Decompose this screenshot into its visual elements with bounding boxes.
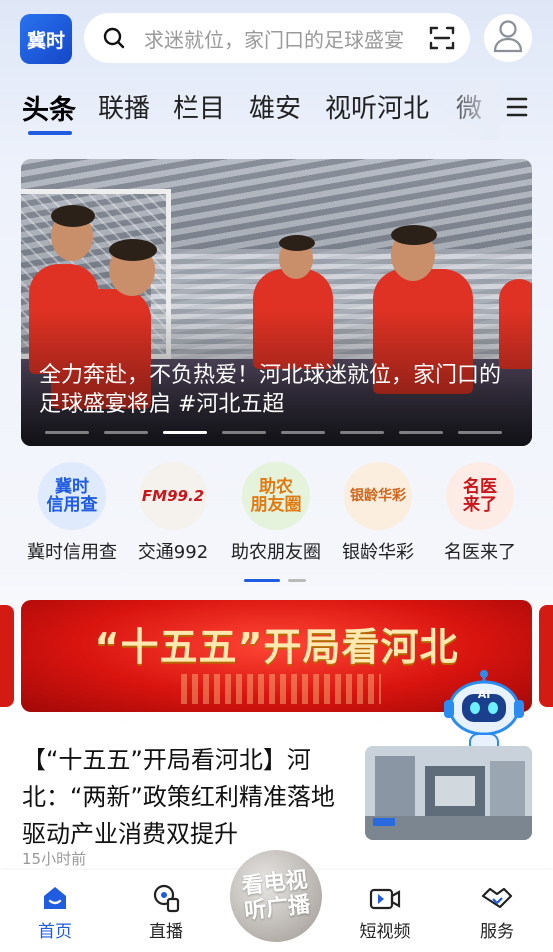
shortcut-label: 银龄华彩 [342, 542, 414, 563]
short-video-icon [340, 882, 430, 914]
nav-home[interactable]: 首页 [10, 882, 100, 942]
tab-columns[interactable]: 栏目 [173, 88, 225, 125]
player-figure [109, 239, 157, 261]
nav-short-video[interactable]: 短视频 [340, 882, 430, 942]
carousel-dot[interactable] [340, 431, 384, 434]
news-title[interactable]: 【“十五五”开局看河北】河北：“两新”政策红利精准落地 驱动产业消费双提升 [22, 742, 352, 853]
nav-service[interactable]: 服务 [452, 882, 542, 942]
nav-home-label: 首页 [38, 922, 72, 942]
nav-service-label: 服务 [480, 922, 514, 942]
carousel-dot[interactable] [458, 431, 502, 434]
player-figure [279, 235, 315, 251]
search-icon[interactable] [84, 13, 144, 63]
famous-doctors-icon: 名医 来了 [446, 462, 514, 530]
carousel-dot[interactable] [399, 431, 443, 434]
shortcut-famous-doctors[interactable]: 名医 来了 名医来了 [425, 462, 535, 564]
credit-check-icon: 冀时 信用查 [38, 462, 106, 530]
search-bar[interactable]: 求迷就位，家门口的足球盛宴 [84, 13, 470, 63]
menu-icon[interactable] [506, 94, 532, 122]
shortcut-label: 名医来了 [444, 542, 516, 563]
nav-live-label: 直播 [149, 922, 183, 942]
pager-dot[interactable] [288, 579, 306, 582]
app-logo[interactable]: 冀时 [20, 14, 72, 64]
shortcut-grid: 冀时 信用查 冀时信用查 FM99.2 交通992 助农 朋友圈 助农朋友圈 银… [0, 462, 553, 572]
pager-dot-active[interactable] [244, 579, 280, 582]
banner-title: “十五五”开局看河北 [94, 625, 459, 669]
nav-short-video-label: 短视频 [359, 922, 411, 942]
shortcut-label: 交通992 [137, 542, 209, 563]
tab-shiting-hebei[interactable]: 视听河北 [325, 88, 429, 125]
shortcut-label: 助农朋友圈 [231, 542, 321, 563]
ai-assistant-icon[interactable]: AI [440, 668, 528, 758]
tab-fade [440, 80, 500, 140]
radio-fm-icon: FM99.2 [139, 462, 207, 530]
farm-friends-icon: 助农 朋友圈 [242, 462, 310, 530]
news-timestamp: 15小时前 [22, 850, 87, 868]
silver-age-icon: 银龄华彩 [344, 462, 412, 530]
banner-next-peek[interactable] [539, 605, 553, 707]
tv-radio-line2: 听广播 [243, 892, 312, 925]
news-thumbnail[interactable] [365, 746, 532, 840]
tv-radio-icon: 看电视 听广播 [241, 868, 312, 925]
user-icon [493, 19, 523, 57]
top-bar: 冀时 求迷就位，家门口的足球盛宴 [0, 0, 553, 78]
service-icon [452, 882, 542, 914]
carousel-dot[interactable] [222, 431, 266, 434]
player-figure [391, 225, 437, 245]
active-tab-indicator [28, 131, 72, 135]
nav-live[interactable]: 直播 [121, 882, 211, 942]
player-figure [51, 205, 95, 227]
scan-icon[interactable] [414, 13, 470, 63]
carousel-dot[interactable] [45, 431, 89, 434]
shortcut-farm-friends[interactable]: 助农 朋友圈 助农朋友圈 [221, 462, 331, 564]
carousel-dot[interactable] [281, 431, 325, 434]
shortcut-pager [244, 579, 306, 582]
tab-headline[interactable]: 头条 [22, 88, 76, 127]
home-icon [10, 882, 100, 914]
banner-prev-peek[interactable] [0, 605, 14, 707]
search-placeholder[interactable]: 求迷就位，家门口的足球盛宴 [144, 24, 414, 53]
shortcut-label: 冀时信用查 [27, 542, 117, 563]
headline-carousel[interactable]: 全力奔赴，不负热爱！河北球迷就位，家门口的足球盛宴将启 #河北五超 [21, 159, 532, 446]
shortcut-silver-age[interactable]: 银龄华彩 银龄华彩 [323, 462, 433, 564]
svg-text:AI: AI [478, 688, 491, 701]
tab-lianbo[interactable]: 联播 [98, 88, 150, 125]
carousel-caption[interactable]: 全力奔赴，不负热爱！河北球迷就位，家门口的足球盛宴将启 #河北五超 [39, 361, 519, 419]
carousel-dot-active[interactable] [163, 431, 207, 434]
channel-tabs: 头条 联播 栏目 雄安 视听河北 微 [0, 80, 553, 140]
live-icon [121, 882, 211, 914]
user-avatar[interactable] [484, 14, 532, 62]
carousel-indicator [45, 431, 509, 435]
banner-skyline [181, 674, 381, 704]
tab-xiongan[interactable]: 雄安 [249, 88, 301, 125]
shortcut-traffic-992[interactable]: FM99.2 交通992 [118, 462, 228, 564]
carousel-dot[interactable] [104, 431, 148, 434]
shortcut-credit-check[interactable]: 冀时 信用查 冀时信用查 [17, 462, 127, 564]
